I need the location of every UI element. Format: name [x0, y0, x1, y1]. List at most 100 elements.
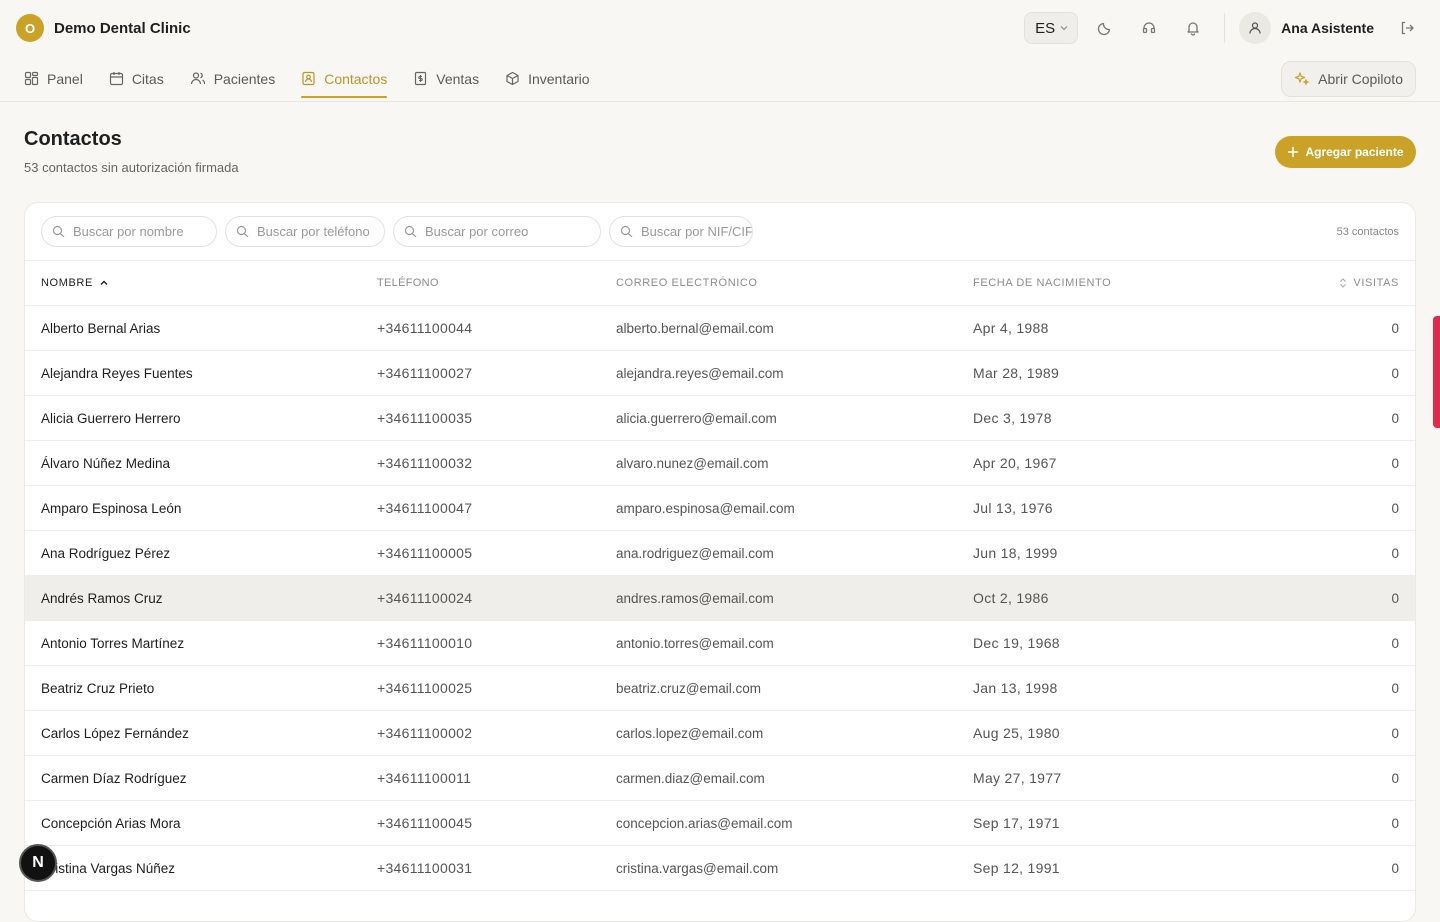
cell-dob: Jan 13, 1998: [973, 680, 1058, 696]
cell-phone: +34611100002: [377, 725, 473, 741]
cell-email: andres.ramos@email.com: [616, 590, 774, 606]
notifications-button[interactable]: [1176, 11, 1210, 45]
tab-ventas[interactable]: Ventas: [413, 56, 479, 102]
clinic-logo: O: [16, 14, 44, 42]
cell-dob: Jul 13, 1976: [973, 500, 1053, 516]
open-copilot-button[interactable]: Abrir Copiloto: [1281, 60, 1416, 97]
cell-visits: 0: [1391, 410, 1399, 426]
cell-name: Andrés Ramos Cruz: [41, 590, 163, 606]
cell-dob: May 27, 1977: [973, 770, 1062, 786]
search-icon: [620, 225, 633, 238]
user-menu[interactable]: Ana Asistente: [1239, 12, 1380, 44]
add-patient-button[interactable]: Agregar paciente: [1275, 136, 1416, 168]
phone-search-input[interactable]: Buscar por teléfono: [225, 216, 385, 247]
table-row[interactable]: Concepción Arias Mora +34611100045 conce…: [25, 801, 1415, 846]
sort-ascending-icon: [99, 278, 109, 288]
table-row[interactable]: Antonio Torres Martínez +34611100010 ant…: [25, 621, 1415, 666]
cell-name: Carlos López Fernández: [41, 725, 189, 741]
cell-name: Alberto Bernal Arias: [41, 320, 161, 336]
cell-email: cristina.vargas@email.com: [616, 860, 779, 876]
name-search-placeholder: Buscar por nombre: [73, 224, 184, 239]
tab-pacientes[interactable]: Pacientes: [190, 56, 275, 102]
table-row[interactable]: Ana Rodríguez Pérez +34611100005 ana.rod…: [25, 531, 1415, 576]
cell-phone: +34611100045: [377, 815, 473, 831]
search-icon: [236, 225, 249, 238]
cell-phone: +34611100025: [377, 680, 473, 696]
tab-citas[interactable]: Citas: [109, 56, 164, 102]
logout-icon: [1399, 20, 1415, 36]
table-row[interactable]: Alicia Guerrero Herrero +34611100035 ali…: [25, 396, 1415, 441]
table-row[interactable]: Beatriz Cruz Prieto +34611100025 beatriz…: [25, 666, 1415, 711]
copilot-label: Abrir Copiloto: [1318, 70, 1403, 87]
column-header-label: Visitas: [1353, 277, 1399, 289]
email-search-input[interactable]: Buscar por correo: [393, 216, 601, 247]
feedback-side-tab[interactable]: [1433, 316, 1440, 428]
table-row[interactable]: Andrés Ramos Cruz +34611100024 andres.ra…: [25, 576, 1415, 621]
column-header-phone[interactable]: Teléfono: [377, 277, 616, 289]
logout-button[interactable]: [1390, 11, 1424, 45]
user-name: Ana Asistente: [1281, 20, 1374, 36]
cell-dob: Jun 18, 1999: [973, 545, 1058, 561]
cell-phone: +34611100005: [377, 545, 473, 561]
column-header-dob[interactable]: Fecha de nacimiento: [973, 277, 1173, 289]
cell-email: beatriz.cruz@email.com: [616, 680, 761, 696]
cell-dob: Sep 12, 1991: [973, 860, 1060, 876]
cell-email: carlos.lopez@email.com: [616, 725, 764, 741]
cell-phone: +34611100027: [377, 365, 473, 381]
cell-name: Alejandra Reyes Fuentes: [41, 365, 193, 381]
dashboard-icon: [24, 71, 39, 86]
tab-contactos[interactable]: Contactos: [301, 56, 388, 102]
tab-label: Contactos: [324, 70, 388, 87]
cell-phone: +34611100044: [377, 320, 473, 336]
filter-bar: Buscar por nombre Buscar por teléfono Bu…: [25, 203, 1415, 261]
table-row[interactable]: Álvaro Núñez Medina +34611100032 alvaro.…: [25, 441, 1415, 486]
page-title: Contactos: [24, 128, 122, 150]
cell-email: alberto.bernal@email.com: [616, 320, 774, 336]
moon-icon: [1097, 20, 1113, 36]
cell-dob: Dec 19, 1968: [973, 635, 1060, 651]
cell-name: Cristina Vargas Núñez: [41, 860, 176, 876]
cell-email: amparo.espinosa@email.com: [616, 500, 795, 516]
cell-dob: Mar 28, 1989: [973, 365, 1060, 381]
table-row[interactable]: Cristina Vargas Núñez +34611100031 crist…: [25, 846, 1415, 891]
cell-dob: Sep 17, 1971: [973, 815, 1060, 831]
table-row[interactable]: Alejandra Reyes Fuentes +34611100027 ale…: [25, 351, 1415, 396]
theme-toggle-button[interactable]: [1088, 11, 1122, 45]
table-row[interactable]: Carlos López Fernández +34611100002 carl…: [25, 711, 1415, 756]
cell-visits: 0: [1391, 725, 1399, 741]
top-bar: O Demo Dental Clinic ES Ana Asistente: [0, 0, 1440, 56]
cell-dob: Oct 2, 1986: [973, 590, 1049, 606]
tab-label: Citas: [131, 70, 164, 87]
name-search-input[interactable]: Buscar por nombre: [41, 216, 217, 247]
column-header-email[interactable]: Correo electrónico: [616, 277, 973, 289]
support-button[interactable]: [1132, 11, 1166, 45]
column-header-name[interactable]: Nombre: [25, 277, 377, 289]
nif-search-placeholder: Buscar por NIF/CIF: [641, 224, 753, 239]
dev-tools-badge[interactable]: N: [19, 844, 57, 882]
brand[interactable]: O Demo Dental Clinic: [16, 14, 191, 42]
avatar: [1239, 12, 1272, 44]
top-right-controls: ES Ana Asistente: [1024, 11, 1424, 45]
bell-icon: [1185, 20, 1201, 36]
table-row[interactable]: Carmen Díaz Rodríguez +34611100011 carme…: [25, 756, 1415, 801]
cell-name: Amparo Espinosa León: [41, 500, 182, 516]
cell-dob: Apr 4, 1988: [973, 320, 1049, 336]
column-header-visits[interactable]: Visitas: [1173, 277, 1415, 289]
table-row[interactable]: Amparo Espinosa León +34611100047 amparo…: [25, 486, 1415, 531]
box-icon: [505, 71, 520, 86]
receipt-icon: [413, 71, 428, 86]
cell-email: ana.rodriguez@email.com: [616, 545, 774, 561]
tab-panel[interactable]: Panel: [24, 56, 83, 102]
table-row[interactable]: Alberto Bernal Arias +34611100044 albert…: [25, 306, 1415, 351]
main-nav: Panel Citas Pacientes Contactos Ventas I…: [0, 56, 1440, 102]
cell-phone: +34611100031: [377, 860, 473, 876]
nif-search-input[interactable]: Buscar por NIF/CIF: [609, 216, 753, 247]
calendar-icon: [109, 71, 124, 86]
chevron-down-icon: [1059, 23, 1069, 33]
cell-name: Beatriz Cruz Prieto: [41, 680, 155, 696]
language-select[interactable]: ES: [1024, 12, 1079, 44]
tab-inventario[interactable]: Inventario: [505, 56, 590, 102]
cell-email: antonio.torres@email.com: [616, 635, 774, 651]
tab-label: Inventario: [528, 70, 590, 87]
language-value: ES: [1035, 19, 1056, 37]
